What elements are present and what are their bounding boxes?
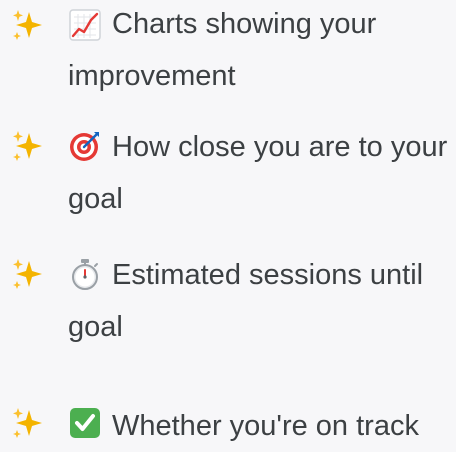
- sparkles-icon: [10, 257, 46, 293]
- item-text: How close you are to your goal: [68, 131, 448, 215]
- item-text: Whether you're on track: [112, 410, 419, 442]
- feature-list: Charts showing your improvement How clos…: [0, 0, 456, 446]
- item-text: Estimated sessions until goal: [68, 259, 424, 343]
- sparkles-icon: [10, 406, 46, 442]
- item-text: Charts showing your improvement: [68, 8, 377, 92]
- sparkles-icon: [10, 129, 46, 165]
- sparkles-icon: [10, 8, 46, 44]
